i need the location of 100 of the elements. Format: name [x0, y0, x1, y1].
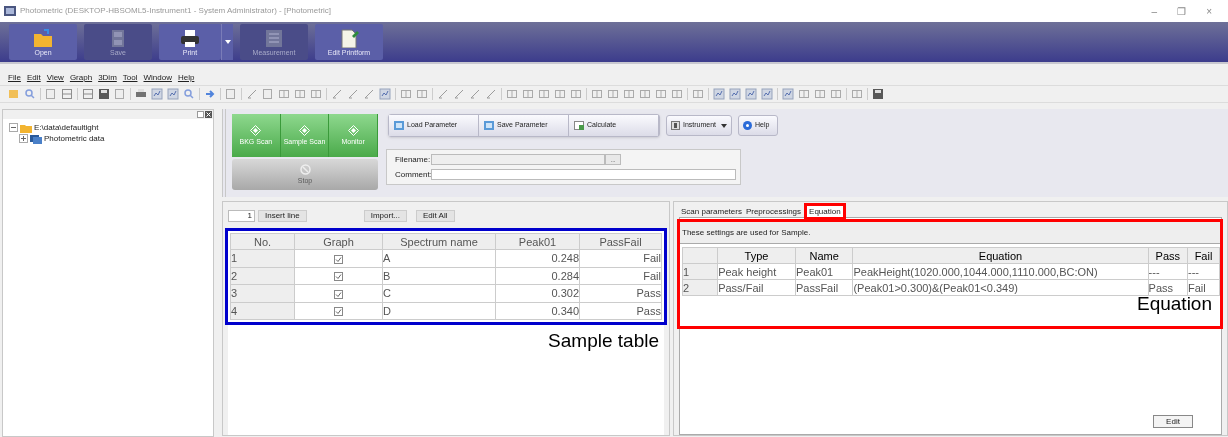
split-icon — [692, 88, 704, 100]
column-header: Peak01 — [495, 233, 580, 250]
checked-checkbox[interactable] — [334, 289, 343, 299]
page-icon — [262, 88, 274, 100]
window-icon — [61, 88, 73, 100]
printer-icon — [179, 27, 201, 48]
split-icon — [591, 88, 603, 100]
table-cell: --- — [1187, 263, 1220, 280]
menu-item[interactable]: Window — [143, 71, 172, 84]
annotation-label: Sample table — [548, 329, 659, 353]
menu-item[interactable]: File — [8, 71, 21, 84]
line-icon — [363, 88, 375, 100]
chart-icon — [761, 88, 773, 100]
diamond-icon — [250, 125, 262, 136]
window-title: Photometric (DESKTOP-HBSOML5-Instrument1 - System Administrator) - [Photometric] — [20, 5, 332, 17]
table-cell: Pass — [1148, 279, 1188, 296]
table-cell: Fail — [579, 249, 662, 267]
tree-item[interactable]: E:\data\defaultight — [34, 121, 99, 134]
table-cell: 0.302 — [495, 284, 580, 302]
table-cell: A — [382, 249, 496, 267]
checked-checkbox[interactable] — [334, 272, 343, 282]
instrument-icon — [671, 121, 680, 130]
dropdown-button[interactable] — [221, 24, 233, 60]
split-icon — [798, 88, 810, 100]
menu-item[interactable]: Tool — [122, 71, 138, 84]
table-cell: PassFail — [795, 279, 853, 296]
table-cell: 0.340 — [495, 302, 580, 320]
menu-item[interactable]: View — [46, 71, 64, 84]
line-icon — [453, 88, 465, 100]
split-icon — [655, 88, 667, 100]
checked-checkbox[interactable] — [334, 307, 343, 317]
table-cell: Pass — [579, 284, 662, 302]
chart-icon — [167, 88, 179, 100]
calculator-icon — [574, 121, 584, 130]
split-icon — [639, 88, 651, 100]
restore-button[interactable]: ❐ — [1177, 3, 1187, 19]
diamond-icon — [299, 125, 310, 136]
column-header: Spectrum name — [382, 233, 496, 250]
chart-icon — [729, 88, 741, 100]
page-icon — [225, 88, 237, 100]
filename-field[interactable] — [431, 154, 605, 165]
line-number-field[interactable]: 1 — [228, 210, 255, 222]
table-cell: (Peak01>0.300)&(Peak01<0.349) — [852, 279, 1149, 296]
restore-button[interactable] — [197, 111, 204, 118]
split-icon — [416, 88, 428, 100]
edit-button[interactable]: Edit — [1153, 415, 1193, 428]
stop-icon — [299, 164, 311, 175]
tab[interactable]: Scan parameters — [679, 206, 744, 217]
menu-item[interactable]: Graph — [69, 71, 93, 84]
split-icon — [294, 88, 306, 100]
split-icon — [570, 88, 582, 100]
menu-item[interactable]: 3Dim — [98, 71, 117, 84]
magnifier-icon — [24, 88, 36, 100]
tab[interactable]: Preprocessings — [743, 206, 804, 217]
printer-icon — [135, 88, 147, 100]
comment-field[interactable] — [431, 169, 736, 180]
split-icon — [607, 88, 619, 100]
split-icon — [814, 88, 826, 100]
caret-icon — [224, 40, 231, 44]
split-icon — [400, 88, 412, 100]
table-cell: B — [382, 267, 496, 285]
edit-all-button[interactable]: Edit All — [416, 210, 455, 222]
split-icon — [522, 88, 534, 100]
split-icon — [851, 88, 863, 100]
split-icon — [623, 88, 635, 100]
table-cell: Fail — [1187, 279, 1220, 296]
arrow-icon — [204, 88, 216, 100]
minimize-button[interactable]: – — [1151, 3, 1158, 19]
column-header: Type — [717, 247, 796, 264]
page-icon — [114, 88, 126, 100]
table-cell: D — [382, 302, 496, 320]
table-cell: C — [382, 284, 496, 302]
column-header: Equation — [852, 247, 1149, 264]
tab[interactable]: Equation — [807, 206, 843, 217]
insert-line-button[interactable]: Insert line — [258, 210, 307, 222]
menu-item[interactable]: Edit — [26, 71, 41, 84]
grid-icon — [263, 27, 285, 48]
table-cell: Fail — [579, 267, 662, 285]
table-cell: 0.248 — [495, 249, 580, 267]
table-cell: --- — [1148, 263, 1188, 280]
monitor-icon — [484, 121, 494, 130]
close-button[interactable]: × — [1206, 3, 1212, 19]
document-icon — [338, 27, 360, 48]
table-cell: Pass/Fail — [717, 279, 796, 296]
folder-icon — [20, 122, 32, 133]
menu-item[interactable]: Help — [177, 71, 195, 84]
split-icon — [310, 88, 322, 100]
column-header: Pass — [1148, 247, 1188, 264]
split-icon — [671, 88, 683, 100]
split-icon — [538, 88, 550, 100]
import-button[interactable]: Import... — [363, 210, 408, 222]
tree-item[interactable]: Photometric data — [44, 132, 105, 145]
folder-icon — [8, 88, 20, 100]
diamond-icon — [347, 125, 359, 136]
split-icon — [830, 88, 842, 100]
help-icon — [743, 121, 752, 130]
checked-checkbox[interactable] — [334, 254, 343, 264]
split-icon — [554, 88, 566, 100]
table-cell: Peak height — [717, 263, 796, 280]
column-header: Fail — [1187, 247, 1220, 264]
